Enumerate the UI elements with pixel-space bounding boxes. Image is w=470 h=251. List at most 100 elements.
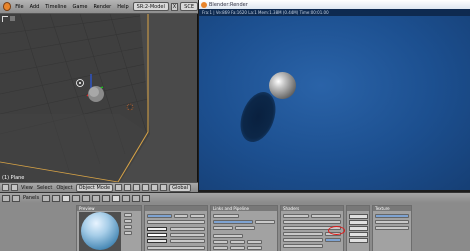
zinvert-button[interactable] — [247, 246, 262, 250]
delete-screen-button[interactable]: X — [170, 2, 179, 11]
world-subcontext-icon[interactable] — [142, 194, 151, 202]
material-mode-row[interactable] — [147, 220, 205, 224]
shaders-panel-title[interactable]: Shaders — [281, 206, 343, 211]
rotate-icon[interactable] — [151, 184, 159, 191]
amb-slider[interactable] — [283, 238, 323, 242]
editor-type-icon[interactable] — [2, 184, 9, 191]
menu-object[interactable]: Object — [55, 185, 73, 191]
texture-map-to[interactable] — [375, 226, 409, 230]
editor-type-icon[interactable] — [2, 194, 10, 202]
rendered-sphere — [269, 72, 296, 99]
menu-render[interactable]: Render — [91, 4, 113, 10]
menu-file[interactable]: File — [13, 4, 25, 10]
hard-slider[interactable] — [283, 232, 323, 236]
render-window-icon — [201, 1, 207, 8]
strands-button[interactable] — [230, 246, 245, 250]
render-titlebar[interactable]: Blender:Render — [199, 0, 470, 9]
texture-channel-1[interactable] — [349, 214, 368, 219]
material-panel-title[interactable] — [145, 206, 207, 211]
texture-panel-title[interactable] — [347, 206, 369, 211]
color-swatch-spe[interactable] — [147, 233, 167, 237]
ob-button[interactable] — [235, 226, 255, 230]
buttons-window: Panels Preview Links and Pipeline Shader… — [0, 192, 470, 251]
emit-slider[interactable] — [283, 244, 323, 248]
scene-context-icon[interactable] — [92, 194, 101, 202]
texture-add-button[interactable] — [375, 214, 409, 218]
material-panel — [144, 205, 208, 251]
me-button[interactable] — [213, 226, 233, 230]
area-split-corner-icon[interactable] — [2, 16, 8, 22]
preview-sphere-button[interactable] — [124, 219, 132, 223]
viewport-3d[interactable]: (1) Plane — [0, 14, 198, 182]
translate-icon[interactable] — [142, 184, 150, 191]
pivot-icon[interactable] — [124, 184, 132, 191]
preview-panel-title[interactable]: Preview — [77, 206, 141, 211]
material-name-field[interactable] — [147, 214, 172, 218]
lamp-center — [79, 82, 81, 84]
halo-button[interactable] — [213, 240, 228, 244]
editing-context-icon[interactable] — [82, 194, 91, 202]
panels-label: Panels — [23, 195, 40, 201]
material-link-field[interactable] — [213, 220, 253, 224]
render-pipeline-label — [213, 234, 243, 238]
preview-monkey-button[interactable] — [124, 231, 132, 235]
rgb-slider-g[interactable] — [170, 233, 205, 237]
material-link-toggle[interactable] — [255, 220, 275, 224]
preview-flat-button[interactable] — [124, 213, 132, 217]
scale-icon[interactable] — [160, 184, 168, 191]
script-context-icon[interactable] — [52, 194, 61, 202]
texture-panel-name[interactable]: Texture — [373, 206, 411, 211]
texture-map-input[interactable] — [375, 220, 409, 224]
draw-type-icon[interactable] — [115, 184, 123, 191]
area-options-icon[interactable] — [10, 16, 15, 21]
spec-shader-row[interactable] — [283, 220, 341, 224]
menu-game[interactable]: Game — [71, 4, 90, 10]
radiosity-subcontext-icon[interactable] — [132, 194, 141, 202]
color-swatch-col[interactable] — [147, 227, 167, 231]
menu-help[interactable]: Help — [115, 4, 130, 10]
menu-add[interactable]: Add — [28, 4, 42, 10]
rgb-slider-b[interactable] — [170, 239, 205, 243]
menu-select[interactable]: Select — [36, 185, 53, 191]
manipulator-icon[interactable] — [133, 184, 141, 191]
screen-selector[interactable]: SR:2-Model — [132, 2, 169, 11]
sphere-highlight — [89, 87, 99, 97]
diffuse-shader-select[interactable] — [283, 214, 309, 218]
scene-selector[interactable]: SCE — [180, 2, 198, 11]
logic-context-icon[interactable] — [42, 194, 51, 202]
links-panel-title[interactable]: Links and Pipeline — [211, 206, 277, 211]
ref-slider[interactable] — [311, 214, 341, 218]
preview-cube-button[interactable] — [124, 225, 132, 229]
shading-context-icon[interactable] — [62, 194, 71, 202]
texture-subcontext-icon[interactable] — [122, 194, 131, 202]
alpha-slider[interactable] — [147, 246, 205, 250]
texture-channel-5[interactable] — [349, 238, 368, 243]
texture-channel-2[interactable] — [349, 220, 368, 225]
link-to-object-label — [213, 214, 239, 218]
texture-panel: Texture — [372, 205, 412, 251]
menu-view[interactable]: View — [20, 185, 34, 191]
viewport-scene — [0, 14, 197, 182]
material-option-1[interactable] — [174, 214, 188, 218]
mode-selector[interactable]: Object Mode — [75, 183, 114, 192]
material-preview-sphere — [81, 212, 119, 250]
orientation-selector[interactable]: Global — [169, 183, 192, 192]
material-subcontext-icon[interactable] — [112, 194, 121, 202]
ztransp-button[interactable] — [230, 240, 245, 244]
shadow-button[interactable] — [325, 238, 341, 242]
render-window: Blender:Render Fra:1 | Ve:869 Fa:1620 La… — [199, 0, 470, 190]
zoffs-button[interactable] — [247, 240, 262, 244]
menu-timeline[interactable]: Timeline — [43, 4, 68, 10]
wire-button[interactable] — [213, 246, 228, 250]
collapse-header-icon[interactable] — [11, 184, 18, 191]
texture-channel-4[interactable] — [349, 232, 368, 237]
collapse-header-icon[interactable] — [12, 194, 20, 202]
blender-logo-icon — [3, 2, 12, 11]
texture-channel-3[interactable] — [349, 226, 368, 231]
color-swatch-mir[interactable] — [147, 239, 167, 243]
material-option-2[interactable] — [190, 214, 205, 218]
menubar: File Add Timeline Game Render Help SR:2-… — [0, 0, 198, 14]
lamp-subcontext-icon[interactable] — [102, 194, 111, 202]
object-context-icon[interactable] — [72, 194, 81, 202]
rgb-slider-r[interactable] — [170, 227, 205, 231]
